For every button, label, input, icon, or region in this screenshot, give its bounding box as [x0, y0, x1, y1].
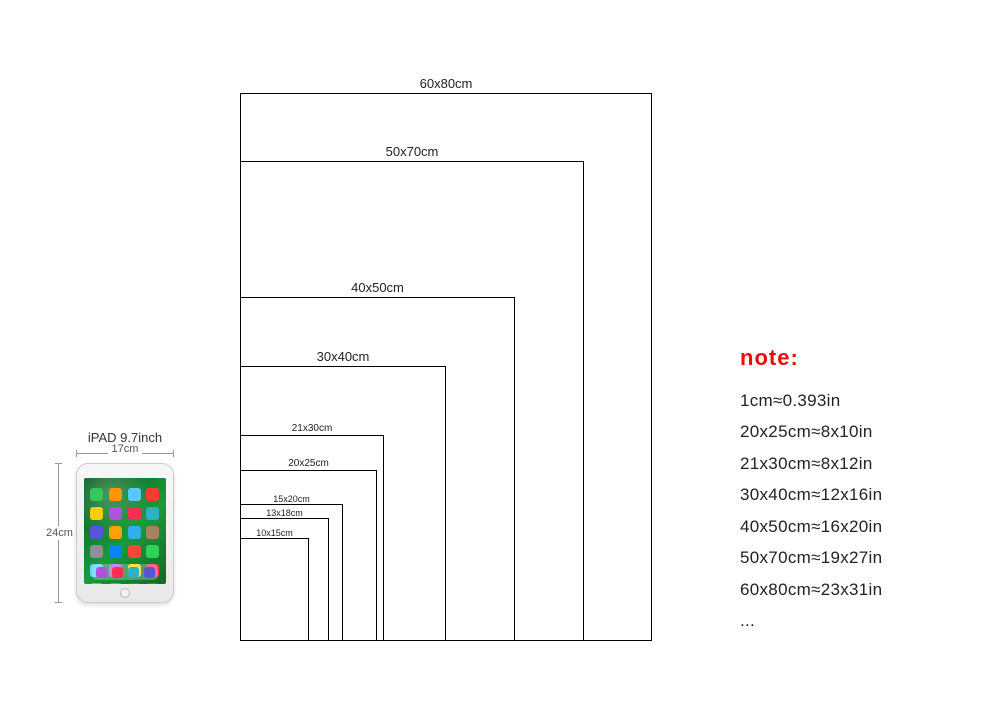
app-icon: [109, 583, 122, 584]
app-icon: [146, 488, 159, 501]
app-icon: [90, 583, 103, 584]
ipad-reference: iPAD 9.7inch 17cm 24cm: [50, 430, 200, 603]
note-line: 30x40cm≈12x16in: [740, 479, 970, 510]
note-line: 60x80cm≈23x31in: [740, 574, 970, 605]
app-icon: [90, 526, 103, 539]
note-line: 21x30cm≈8x12in: [740, 448, 970, 479]
size-rectangles: 60x80cm 50x70cm 40x50cm 30x40cm 21x30cm 20x25…: [240, 73, 680, 641]
size-rect-label: 30x40cm: [241, 349, 445, 364]
app-icon: [109, 507, 122, 520]
note-line: 20x25cm≈8x10in: [740, 416, 970, 447]
app-icon: [128, 507, 141, 520]
size-rect-label: 21x30cm: [241, 423, 383, 434]
app-icon: [90, 545, 103, 558]
app-icon: [109, 545, 122, 558]
size-rect-label: 40x50cm: [241, 280, 514, 295]
home-button-icon: [120, 588, 130, 598]
app-icon: [109, 526, 122, 539]
app-icon: [128, 526, 141, 539]
dock-app-icon: [96, 567, 107, 578]
ipad-width-dimension: 17cm: [76, 447, 174, 461]
app-icon: [146, 526, 159, 539]
size-comparison-diagram: iPAD 9.7inch 17cm 24cm 60x80cm 50x70cm 40x…: [0, 0, 1000, 703]
app-icon: [146, 507, 159, 520]
note-line: 1cm≈0.393in: [740, 385, 970, 416]
conversion-note: note: 1cm≈0.393in20x25cm≈8x10in21x30cm≈8…: [740, 345, 970, 637]
dock-app-icon: [128, 567, 139, 578]
size-rect-label: 10x15cm: [241, 528, 308, 538]
dock-app-icon: [112, 567, 123, 578]
dock-app-icon: [144, 567, 155, 578]
app-icon: [90, 488, 103, 501]
app-icon: [146, 545, 159, 558]
note-line: 50x70cm≈19x27in: [740, 542, 970, 573]
app-icon: [128, 583, 141, 584]
app-icon: [90, 507, 103, 520]
size-rect-label: 60x80cm: [241, 76, 651, 91]
size-rect-label: 20x25cm: [241, 458, 376, 469]
app-icon: [109, 488, 122, 501]
app-icon: [146, 583, 159, 584]
ipad-height-label: 24cm: [46, 526, 73, 540]
app-icon: [128, 488, 141, 501]
note-line: ...: [740, 605, 970, 636]
ipad-height-dimension: 24cm: [50, 463, 76, 603]
size-rect-label: 13x18cm: [241, 508, 328, 518]
app-icon: [128, 545, 141, 558]
size-rect-10x15: 10x15cm: [240, 538, 309, 641]
note-heading: note:: [740, 345, 970, 371]
ipad-width-label: 17cm: [108, 443, 142, 455]
note-line: 40x50cm≈16x20in: [740, 511, 970, 542]
ipad-device-icon: [76, 463, 174, 603]
size-rect-label: 15x20cm: [241, 494, 342, 504]
size-rect-label: 50x70cm: [241, 144, 583, 159]
